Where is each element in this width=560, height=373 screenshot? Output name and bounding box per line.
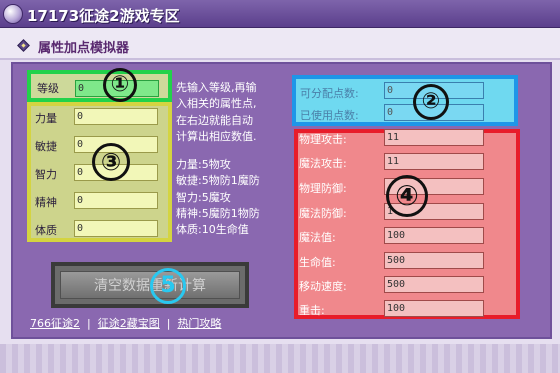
link-766-zhengtu2[interactable]: 766征途2: [30, 315, 80, 331]
critical-label: 重击:: [299, 304, 325, 317]
callout-3: ③: [92, 143, 130, 181]
available-points-label: 可分配点数:: [300, 87, 359, 100]
spirit-input[interactable]: 0: [74, 192, 158, 209]
link-separator: |: [87, 317, 91, 330]
strength-input[interactable]: 0: [74, 108, 158, 125]
site-title: 17173征途2游戏专区: [27, 7, 180, 25]
link-treasure-map[interactable]: 征途2藏宝图: [98, 315, 160, 331]
site-header: 17173征途2游戏专区: [0, 0, 560, 28]
help-line: 敏捷:5物防1魔防: [176, 174, 260, 188]
magic-attack-label: 魔法攻击:: [299, 157, 347, 170]
critical-field: 100: [384, 300, 484, 317]
footer-links: 766征途2 | 征途2藏宝图 | 热门攻略: [30, 315, 221, 331]
magic-attack-field: 11: [384, 153, 484, 170]
divider: [0, 58, 560, 60]
physical-defense-label: 物理防御:: [299, 182, 347, 195]
help-line: 体质:10生命值: [176, 223, 249, 237]
help-line: 智力:5魔攻: [176, 190, 231, 204]
callout-5: 5: [150, 268, 186, 304]
help-line: 力量:5物攻: [176, 158, 231, 172]
help-line: 入相关的属性点,: [176, 97, 257, 111]
health-label: 生命值:: [299, 256, 336, 269]
spirit-label: 精神: [35, 196, 57, 209]
mana-field: 100: [384, 227, 484, 244]
level-label: 等级: [37, 82, 59, 95]
logo-icon: [3, 4, 23, 24]
mana-label: 魔法值:: [299, 231, 336, 244]
callout-2: ②: [413, 84, 449, 120]
magic-defense-label: 魔法防御:: [299, 207, 347, 220]
move-speed-field: 500: [384, 276, 484, 293]
physical-attack-label: 物理攻击:: [299, 133, 347, 146]
agility-label: 敏捷: [35, 140, 57, 153]
help-text: 先输入等级,再输 入相关的属性点, 在右边就能自动 计算出相应数值. 力量:5物…: [176, 80, 260, 239]
callout-4: ④: [386, 175, 428, 217]
help-line: 先输入等级,再输: [176, 81, 257, 94]
attribute-simulator-window: 17173征途2游戏专区 属性加点模拟器 等级 0 ① 力量 0 敏捷 0 智力…: [0, 0, 560, 373]
used-points-label: 已使用点数:: [300, 109, 359, 122]
help-line: [176, 145, 260, 157]
callout-1: ①: [103, 68, 137, 102]
physical-attack-field: 11: [384, 129, 484, 146]
move-speed-label: 移动速度:: [299, 280, 347, 293]
health-field: 500: [384, 252, 484, 269]
constitution-label: 体质: [35, 224, 57, 237]
help-line: 精神:5魔防1物防: [176, 207, 260, 221]
intelligence-label: 智力: [35, 168, 57, 181]
bottom-decoration: [0, 344, 560, 373]
help-line: 在右边就能自动: [176, 113, 253, 127]
link-hot-guides[interactable]: 热门攻略: [177, 315, 221, 331]
link-separator: |: [166, 317, 171, 330]
help-line: 计算出相应数值.: [176, 129, 257, 143]
page-title: 属性加点模拟器: [38, 41, 130, 56]
strength-label: 力量: [35, 112, 57, 125]
constitution-input[interactable]: 0: [74, 220, 158, 237]
